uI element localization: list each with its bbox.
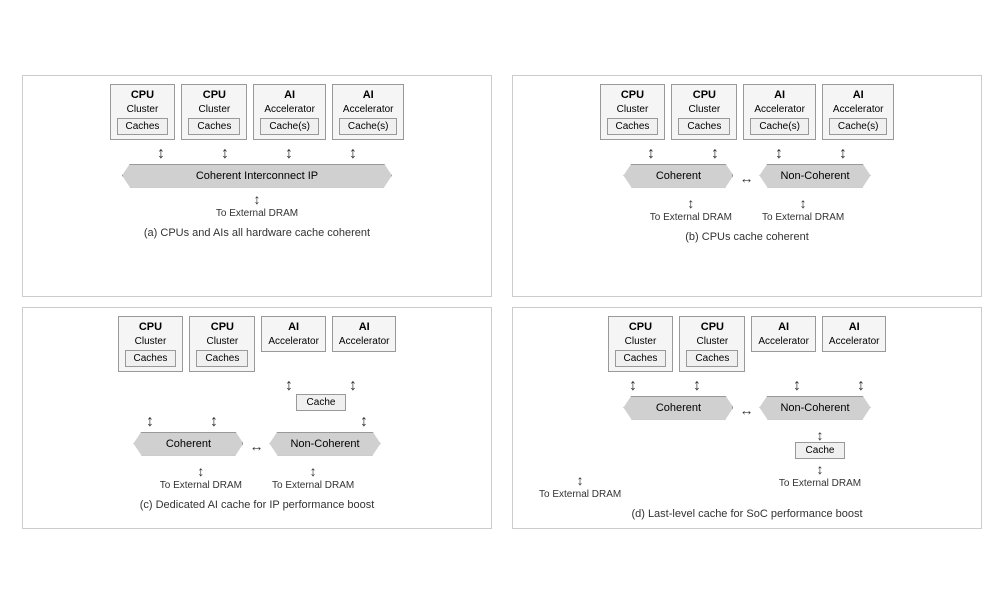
ai-accel-1: AI Accelerator Cache(s) bbox=[253, 84, 326, 140]
b-ai-2: AI Accelerator Cache(s) bbox=[822, 84, 895, 140]
arrow-1: ↕ bbox=[132, 146, 190, 162]
d-cpu-1: CPU Cluster Caches bbox=[608, 316, 674, 372]
banner-arrow-c: ↔ bbox=[247, 438, 265, 454]
d-ai-2: AI Accelerator bbox=[822, 316, 887, 352]
dram-item-d1: ↕ To External DRAM bbox=[539, 473, 621, 502]
noncoherent-banner-d: Non-Coherent bbox=[759, 396, 870, 420]
diagram-title-b: (b) CPUs cache coherent bbox=[685, 231, 809, 243]
components-row-d: CPU Cluster Caches CPU Cluster Caches AI… bbox=[608, 316, 887, 372]
b-cpu-1: CPU Cluster Caches bbox=[600, 84, 666, 140]
c-cpu-arrow-1: ↕ bbox=[121, 414, 179, 430]
c-ai-arrow-2: ↕ bbox=[324, 378, 382, 394]
dram-item-c1: ↕ To External DRAM bbox=[160, 464, 242, 493]
c-ai-cache-row: ↕ ↕ bbox=[31, 378, 483, 394]
cache-box-2: Caches bbox=[188, 118, 240, 135]
arrow-4: ↕ bbox=[324, 146, 382, 162]
d-ai-arrow-2: ↕ bbox=[832, 378, 890, 394]
cpu-cluster-1: CPU Cluster Caches bbox=[110, 84, 176, 140]
diagram-title-d: (d) Last-level cache for SoC performance… bbox=[631, 508, 862, 520]
dram-arrow-a: ↕ bbox=[254, 192, 261, 206]
coherent-banner-d: Coherent bbox=[623, 396, 733, 420]
c-ai-1: AI Accelerator bbox=[261, 316, 326, 352]
diagram-c: CPU Cluster Caches CPU Cluster Caches AI… bbox=[22, 307, 492, 529]
banner-arrow-d: ↔ bbox=[737, 402, 755, 418]
b-cpu-2: CPU Cluster Caches bbox=[671, 84, 737, 140]
b-arrow-1: ↕ bbox=[622, 146, 680, 162]
banners-d: Coherent ↔ Non-Coherent bbox=[623, 396, 870, 424]
diagram-b: CPU Cluster Caches CPU Cluster Caches AI… bbox=[512, 75, 982, 297]
c-ai-cache: Cache bbox=[296, 394, 347, 411]
d-cpu-2: CPU Cluster Caches bbox=[679, 316, 745, 372]
b-arrow-3: ↕ bbox=[750, 146, 808, 162]
b-ai-1: AI Accelerator Cache(s) bbox=[743, 84, 816, 140]
diagram-d: CPU Cluster Caches CPU Cluster Caches AI… bbox=[512, 307, 982, 529]
d-ai-1: AI Accelerator bbox=[751, 316, 816, 352]
components-row-c: CPU Cluster Caches CPU Cluster Caches AI… bbox=[118, 316, 397, 372]
dram-label-a: To External DRAM bbox=[216, 208, 298, 219]
diagram-title-a: (a) CPUs and AIs all hardware cache cohe… bbox=[144, 227, 370, 239]
coherent-banner-b: Coherent bbox=[623, 164, 733, 188]
c-cpu-arrow-2: ↕ bbox=[185, 414, 243, 430]
c-cpu-1: CPU Cluster Caches bbox=[118, 316, 184, 372]
cache-box-4: Cache(s) bbox=[339, 118, 398, 135]
c-ai-2: AI Accelerator bbox=[332, 316, 397, 352]
d-cpu-arrow-2: ↕ bbox=[668, 378, 726, 394]
interconnect-banner-a: Coherent Interconnect IP bbox=[122, 164, 392, 188]
dram-row-b: ↕ To External DRAM ↕ To External DRAM bbox=[650, 196, 845, 225]
banners-c: Coherent ↔ Non-Coherent bbox=[133, 432, 380, 460]
banner-arrow-b: ↔ bbox=[737, 170, 755, 186]
diagram-a: CPU Cluster Caches CPU Cluster Caches AI… bbox=[22, 75, 492, 297]
arrow-3: ↕ bbox=[260, 146, 318, 162]
components-row-a: CPU Cluster Caches CPU Cluster Caches AI… bbox=[110, 84, 405, 140]
d-llc-arrow: ↕ bbox=[817, 428, 824, 442]
d-ai-arrow-1: ↕ bbox=[768, 378, 826, 394]
dram-item-b1: ↕ To External DRAM bbox=[650, 196, 732, 225]
c-cpu-2: CPU Cluster Caches bbox=[189, 316, 255, 372]
b-arrow-2: ↕ bbox=[686, 146, 744, 162]
d-llc-cache: Cache bbox=[795, 442, 846, 459]
c-ai-arrow-1: ↕ bbox=[260, 378, 318, 394]
cache-box-3: Cache(s) bbox=[260, 118, 319, 135]
c-cache-arrow: ↕ bbox=[335, 414, 393, 430]
dram-item-c2: ↕ To External DRAM bbox=[272, 464, 354, 493]
cache-box-1: Caches bbox=[117, 118, 169, 135]
diagram-title-c: (c) Dedicated AI cache for IP performanc… bbox=[140, 499, 375, 511]
banners-b: Coherent ↔ Non-Coherent bbox=[623, 164, 870, 192]
main-container: CPU Cluster Caches CPU Cluster Caches AI… bbox=[12, 65, 992, 539]
arrow-2: ↕ bbox=[196, 146, 254, 162]
noncoherent-banner-b: Non-Coherent bbox=[759, 164, 870, 188]
ai-accel-2: AI Accelerator Cache(s) bbox=[332, 84, 405, 140]
d-cpu-arrow-1: ↕ bbox=[604, 378, 662, 394]
c-cache-box-row: Cache bbox=[31, 394, 483, 414]
b-arrow-4: ↕ bbox=[814, 146, 872, 162]
cpu-cluster-2: CPU Cluster Caches bbox=[181, 84, 247, 140]
coherent-banner-c: Coherent bbox=[133, 432, 243, 456]
arrows-a: ↕ ↕ ↕ ↕ bbox=[31, 146, 483, 162]
dram-row-c: ↕ To External DRAM ↕ To External DRAM bbox=[160, 464, 355, 493]
noncoherent-banner-c: Non-Coherent bbox=[269, 432, 380, 456]
dram-item-b2: ↕ To External DRAM bbox=[762, 196, 844, 225]
components-row-b: CPU Cluster Caches CPU Cluster Caches AI… bbox=[600, 84, 895, 140]
